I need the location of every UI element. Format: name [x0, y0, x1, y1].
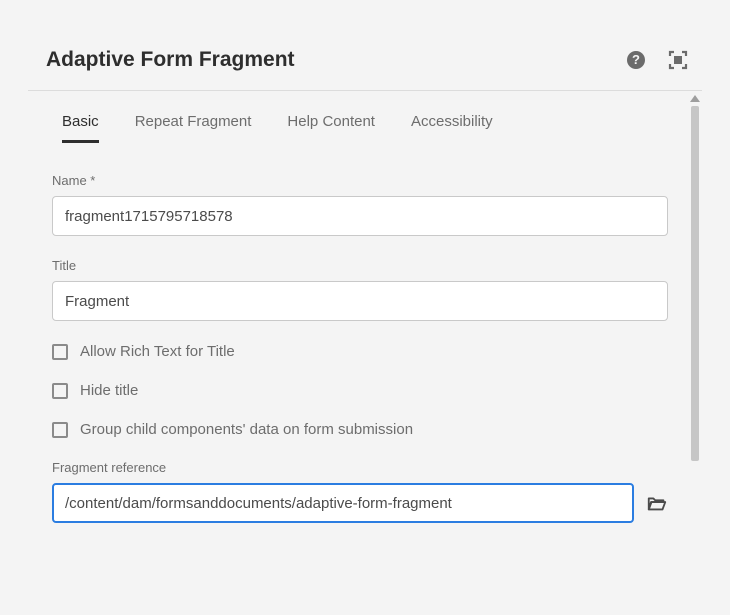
help-icon[interactable]: ? [626, 50, 646, 70]
checkbox-label-group-child-data: Group child components' data on form sub… [80, 421, 413, 438]
checkbox-label-hide-title: Hide title [80, 382, 138, 399]
scroll-arrow-up-icon [690, 95, 700, 102]
dialog-header: Adaptive Form Fragment ? [28, 40, 702, 91]
scroll-thumb[interactable] [691, 106, 699, 461]
svg-text:?: ? [632, 52, 640, 67]
tab-repeat-fragment[interactable]: Repeat Fragment [135, 113, 252, 143]
input-title[interactable] [52, 281, 668, 321]
input-fragment-reference[interactable] [52, 483, 634, 523]
form-body: Name * Title Allow Rich Text for Title H… [28, 143, 702, 523]
checkbox-group-child-data[interactable]: Group child components' data on form sub… [52, 421, 668, 438]
checkbox-box-icon [52, 422, 68, 438]
checkbox-box-icon [52, 344, 68, 360]
folder-open-icon[interactable] [646, 492, 668, 514]
fragment-reference-row [52, 483, 668, 523]
checkbox-box-icon [52, 383, 68, 399]
fullscreen-icon[interactable] [668, 50, 688, 70]
content-scroll-area: Basic Repeat Fragment Help Content Acces… [28, 91, 702, 611]
scrollbar[interactable] [688, 91, 702, 611]
tab-basic[interactable]: Basic [62, 113, 99, 143]
tab-help-content[interactable]: Help Content [287, 113, 375, 143]
checkbox-allow-rich-text[interactable]: Allow Rich Text for Title [52, 343, 668, 360]
field-name: Name * [52, 173, 668, 236]
field-fragment-reference: Fragment reference [52, 460, 668, 523]
tab-accessibility[interactable]: Accessibility [411, 113, 493, 143]
label-name: Name * [52, 173, 668, 188]
dialog-title: Adaptive Form Fragment [46, 48, 295, 72]
tab-list: Basic Repeat Fragment Help Content Acces… [28, 91, 702, 143]
field-title: Title [52, 258, 668, 321]
input-name[interactable] [52, 196, 668, 236]
checkbox-hide-title[interactable]: Hide title [52, 382, 668, 399]
label-title: Title [52, 258, 668, 273]
header-actions: ? [626, 50, 694, 70]
checkbox-label-allow-rich-text: Allow Rich Text for Title [80, 343, 235, 360]
label-fragment-reference: Fragment reference [52, 460, 668, 475]
